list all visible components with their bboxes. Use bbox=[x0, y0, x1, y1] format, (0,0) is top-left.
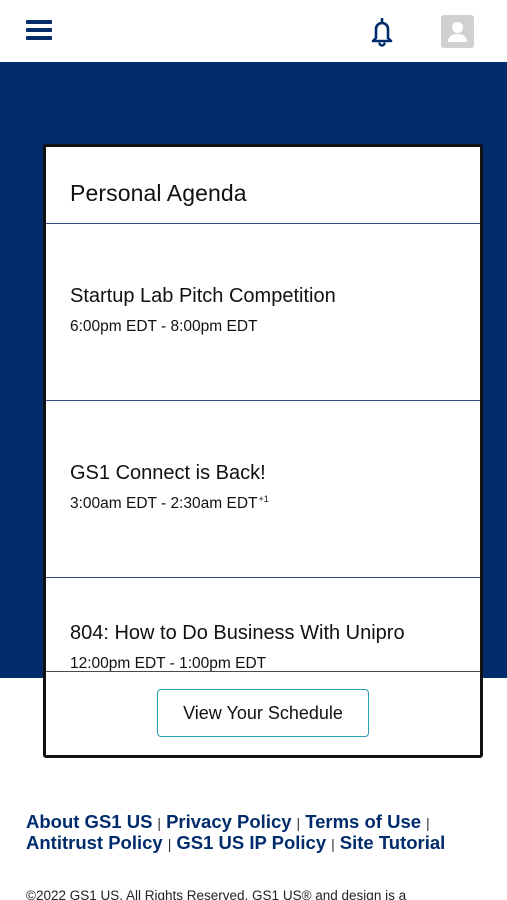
session-name: 804: How to Do Business With Unipro bbox=[70, 622, 405, 644]
antitrust-policy-link[interactable]: Antitrust Policy bbox=[26, 832, 163, 853]
agenda-list[interactable]: Startup Lab Pitch Competition 6:00pm EDT… bbox=[46, 224, 480, 671]
session-name: Startup Lab Pitch Competition bbox=[70, 285, 336, 307]
privacy-policy-link[interactable]: Privacy Policy bbox=[166, 811, 291, 832]
session-name: GS1 Connect is Back! bbox=[70, 462, 266, 484]
copyright-text: ©2022 GS1 US. All Rights Reserved. GS1 U… bbox=[26, 888, 407, 900]
personal-agenda-card: Personal Agenda Startup Lab Pitch Compet… bbox=[43, 144, 483, 758]
user-avatar-icon[interactable] bbox=[441, 15, 474, 48]
day-offset: +1 bbox=[258, 494, 269, 504]
session-time-range: 6:00pm EDT - 8:00pm EDT bbox=[70, 318, 258, 336]
link-separator: | bbox=[157, 815, 162, 831]
site-tutorial-link[interactable]: Site Tutorial bbox=[340, 832, 446, 853]
view-schedule-button[interactable]: View Your Schedule bbox=[157, 689, 369, 737]
link-separator: | bbox=[167, 836, 172, 852]
menu-line bbox=[26, 28, 52, 32]
terms-of-use-link[interactable]: Terms of Use bbox=[305, 811, 421, 832]
footer-links: About GS1 US | Privacy Policy | Terms of Use… bbox=[26, 812, 496, 854]
ip-policy-link[interactable]: GS1 US IP Policy bbox=[176, 832, 326, 853]
menu-line bbox=[26, 36, 52, 40]
session-time: 3:00am EDT - 2:30am EDT+1 bbox=[70, 494, 269, 513]
link-separator: | bbox=[331, 836, 335, 852]
divider bbox=[46, 671, 480, 672]
session-time-range: 12:00pm EDT - 1:00pm EDT bbox=[70, 655, 267, 671]
about-link[interactable]: About GS1 US bbox=[26, 811, 152, 832]
agenda-item[interactable]: GS1 Connect is Back! 3:00am EDT - 2:30am… bbox=[46, 401, 480, 578]
agenda-item[interactable]: Startup Lab Pitch Competition 6:00pm EDT… bbox=[46, 224, 480, 401]
link-separator: | bbox=[296, 815, 301, 831]
session-time-range: 3:00am EDT - 2:30am EDT bbox=[70, 495, 258, 513]
hamburger-menu-icon[interactable] bbox=[26, 18, 52, 42]
agenda-title: Personal Agenda bbox=[70, 180, 247, 206]
menu-line bbox=[26, 20, 52, 24]
session-time: 6:00pm EDT - 8:00pm EDT bbox=[70, 317, 259, 336]
bell-icon[interactable] bbox=[366, 15, 398, 47]
agenda-item[interactable]: 804: How to Do Business With Unipro 12:0… bbox=[46, 578, 480, 671]
top-bar bbox=[0, 0, 507, 62]
session-time: 12:00pm EDT - 1:00pm EDT bbox=[70, 654, 267, 671]
link-separator: | bbox=[426, 815, 430, 831]
